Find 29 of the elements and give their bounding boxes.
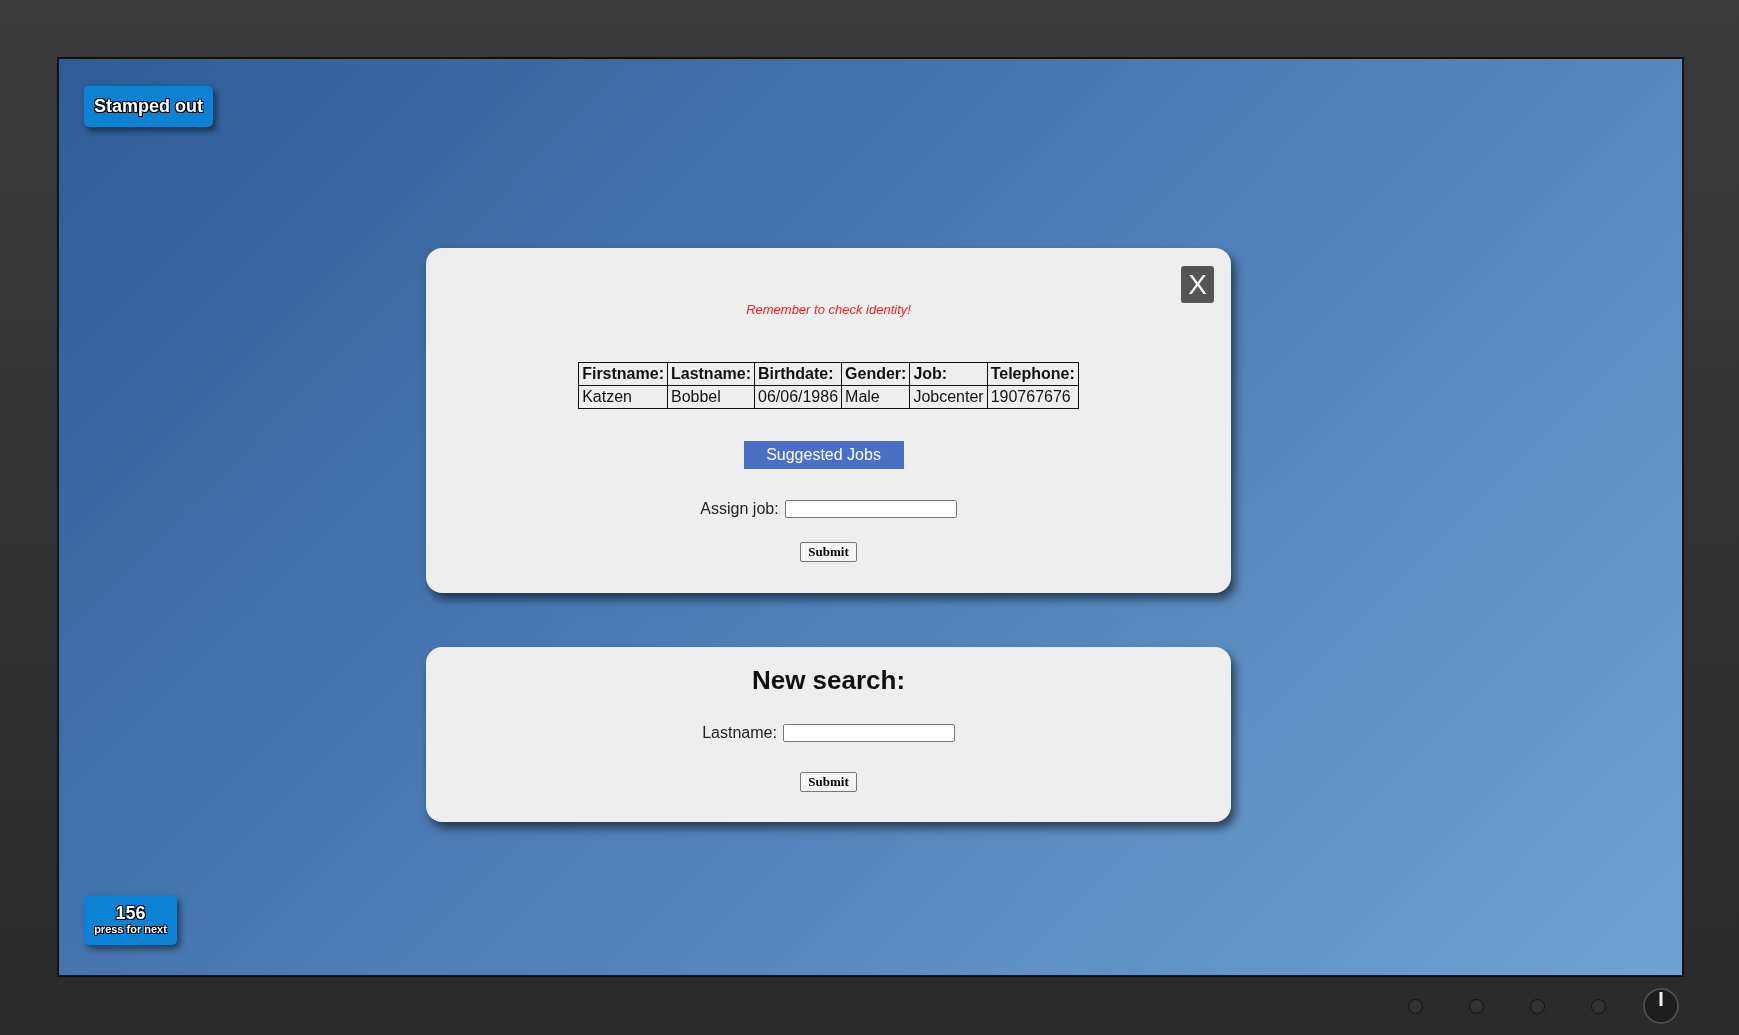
bezel-button[interactable] <box>1530 998 1545 1014</box>
table-cell: Katzen <box>578 385 668 409</box>
table-header-cell: Birthdate: <box>754 362 842 386</box>
stamped-out-button[interactable]: Stamped out <box>84 86 213 127</box>
table-header-cell: Job: <box>909 362 988 386</box>
table-header-cell: Lastname: <box>667 362 755 386</box>
table-cell: 06/06/1986 <box>754 385 842 409</box>
table-cell: 190767676 <box>987 385 1079 409</box>
table-header-cell: Telephone: <box>987 362 1079 386</box>
input-field[interactable] <box>784 500 957 518</box>
submit-button[interactable]: Submit <box>800 542 857 562</box>
submit-button[interactable]: Submit <box>800 772 857 792</box>
bezel-button[interactable] <box>1408 998 1423 1014</box>
bezel-button[interactable] <box>1469 998 1484 1014</box>
suggested-jobs-button[interactable]: Suggested Jobs <box>743 441 904 469</box>
field-label: Lastname: <box>702 724 777 742</box>
field-label: Assign job: <box>700 500 779 518</box>
table-cell: Bobbel <box>667 385 755 409</box>
input-field[interactable] <box>782 724 955 742</box>
table-cell: Male <box>841 385 910 409</box>
table-cell: Jobcenter <box>909 385 988 409</box>
table-header-cell: Gender: <box>841 362 910 386</box>
bezel-button[interactable] <box>1591 998 1606 1014</box>
close-button[interactable]: X <box>1181 266 1214 303</box>
warning-text: Remember to check identity! <box>746 302 911 317</box>
next-button[interactable]: 156 press for next <box>84 895 177 945</box>
table-header-cell: Firstname: <box>578 362 668 386</box>
dialog-title: New search: <box>751 665 906 696</box>
power-knob-icon[interactable] <box>1642 987 1680 1025</box>
